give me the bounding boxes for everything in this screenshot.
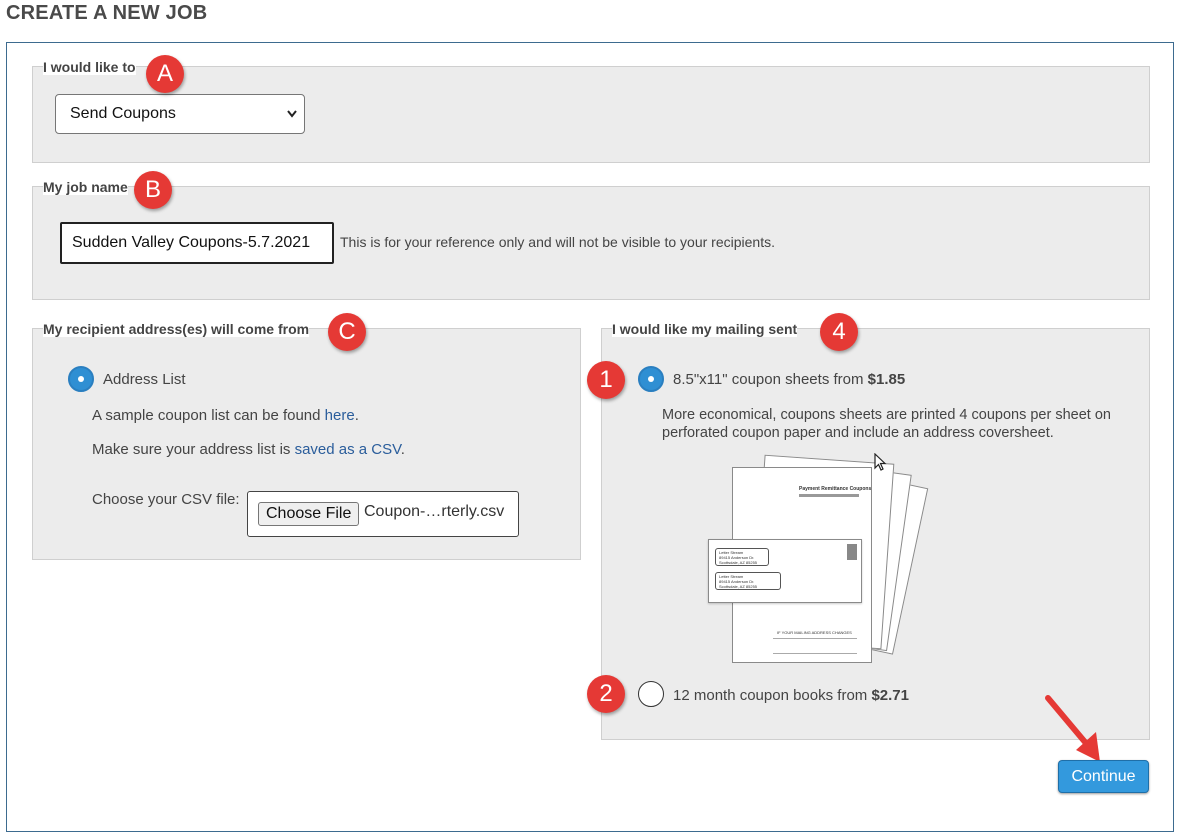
preview-stamp-box xyxy=(847,544,857,560)
csv-hint-text: Make sure your address list is saved as … xyxy=(92,441,405,458)
sample-list-suffix: . xyxy=(354,407,359,424)
preview-address-1-line3: Scottsdale, AZ 85255 xyxy=(719,560,758,565)
coupon-sheets-label-text: 8.5"x11" coupon sheets from xyxy=(673,371,868,388)
preview-sheet-title: Payment Remittance Coupons xyxy=(799,486,872,492)
step-badge-4: 4 xyxy=(820,313,858,351)
coupon-books-price: $2.71 xyxy=(871,687,909,704)
coupon-sheets-price: $1.85 xyxy=(867,371,906,388)
coupon-books-label-text: 12 month coupon books from xyxy=(673,687,872,704)
sample-list-text: A sample coupon list can be found here. xyxy=(92,407,359,424)
sample-list-prefix: A sample coupon list can be found xyxy=(92,407,325,424)
mouse-pointer-icon xyxy=(874,453,887,471)
preview-address-window-2: Letter Stream 89415 Anderson Dr. Scottsd… xyxy=(715,572,781,590)
csv-hint-suffix: . xyxy=(400,441,405,458)
selected-file-name: Coupon-…rterly.csv xyxy=(364,503,505,520)
address-list-label: Address List xyxy=(103,371,186,388)
preview-address-2-line3: Scottsdale, AZ 85255 xyxy=(719,584,758,589)
step-badge-1: 1 xyxy=(587,361,625,399)
csv-file-label: Choose your CSV file: xyxy=(92,491,240,508)
step-badge-a: A xyxy=(146,55,184,93)
mailing-type-fieldset: I would like my mailing sent 8.5"x11" co… xyxy=(601,321,1150,740)
job-name-note: This is for your reference only and will… xyxy=(340,234,775,250)
address-list-radio[interactable] xyxy=(68,366,94,392)
job-type-fieldset: I would like to Send Coupons xyxy=(32,59,1150,163)
coupon-books-label: 12 month coupon books from $2.71 xyxy=(673,687,909,704)
preview-envelope: Letter Stream 89415 Anderson Dr. Scottsd… xyxy=(708,539,862,603)
coupon-sheets-description-line2: perforated coupon paper and include an a… xyxy=(662,425,1054,441)
job-type-select-value: Send Coupons xyxy=(70,105,176,122)
choose-file-button[interactable]: Choose File xyxy=(258,502,360,526)
recipient-source-fieldset: My recipient address(es) will come from … xyxy=(32,321,581,560)
preview-form-lines xyxy=(773,638,857,654)
coupon-sheets-description-line1: More economical, coupons sheets are prin… xyxy=(662,407,1111,423)
coupon-books-radio[interactable] xyxy=(638,681,664,707)
preview-sheet-title-bar xyxy=(799,494,859,497)
job-name-input[interactable]: Sudden Valley Coupons-5.7.2021 xyxy=(60,222,334,264)
preview-address-window-1: Letter Stream 89415 Anderson Dr. Scottsd… xyxy=(715,548,769,566)
sample-list-link[interactable]: here xyxy=(325,407,355,424)
job-type-select[interactable]: Send Coupons xyxy=(55,94,305,134)
coupon-sheets-label: 8.5"x11" coupon sheets from $1.85 xyxy=(673,371,905,388)
step-badge-c: C xyxy=(328,313,366,351)
preview-change-notice: IF YOUR MAILING ADDRESS CHANGES xyxy=(777,630,852,635)
csv-file-input[interactable]: Choose File Coupon-…rterly.csv xyxy=(247,491,519,537)
step-badge-2: 2 xyxy=(587,675,625,713)
annotation-arrow-icon xyxy=(1045,695,1100,762)
page-title: CREATE A NEW JOB xyxy=(6,2,208,24)
continue-button[interactable]: Continue xyxy=(1058,760,1149,793)
job-name-legend: My job name xyxy=(43,179,128,195)
mailing-type-legend: I would like my mailing sent xyxy=(612,321,798,337)
job-type-legend: I would like to xyxy=(43,59,136,75)
job-name-fieldset: My job name Sudden Valley Coupons-5.7.20… xyxy=(32,179,1150,300)
coupon-sheets-preview-image: Payment Remittance Coupons IF YOUR MAILI… xyxy=(702,449,962,669)
chevron-down-icon xyxy=(286,95,298,148)
csv-help-link[interactable]: saved as a CSV xyxy=(295,441,401,458)
step-badge-b: B xyxy=(134,171,172,209)
recipient-source-legend: My recipient address(es) will come from xyxy=(43,321,310,337)
coupon-sheets-radio[interactable] xyxy=(638,366,664,392)
csv-hint-prefix: Make sure your address list is xyxy=(92,441,295,458)
